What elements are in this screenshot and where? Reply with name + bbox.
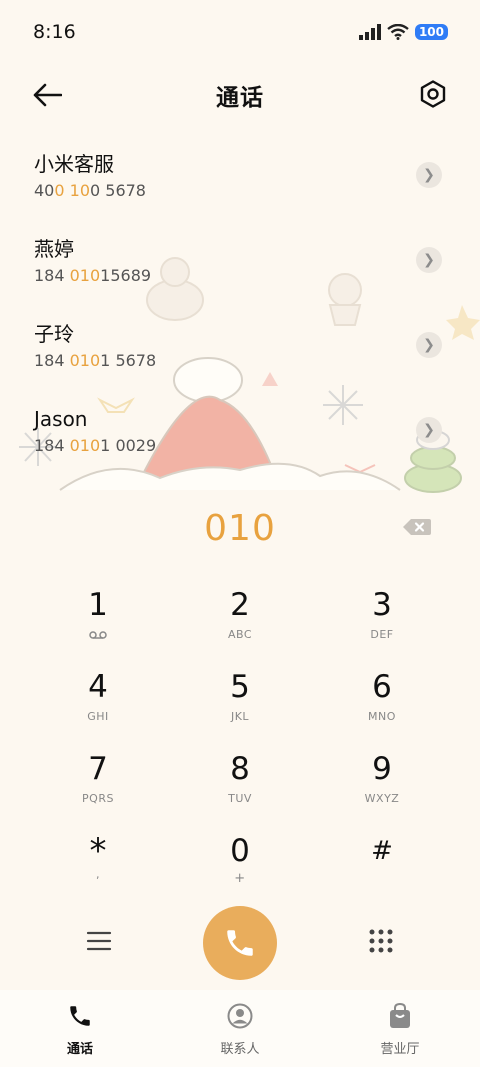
shopping-bag-icon — [386, 1002, 414, 1030]
key-digit: 3 — [372, 587, 392, 623]
key-digit: 6 — [372, 669, 392, 705]
arrow-left-icon — [33, 83, 62, 107]
phone-icon — [227, 930, 253, 956]
contact-number: 400 100 5678 — [34, 181, 146, 200]
key-digit: 2 — [230, 587, 250, 623]
status-time: 8:16 — [33, 21, 76, 43]
key-4[interactable]: 4 GHI — [28, 660, 168, 742]
contact-detail-button[interactable]: ❯ — [416, 162, 442, 188]
contact-number: 184 01015689 — [34, 266, 152, 285]
key-letters: MNO — [368, 710, 396, 723]
contact-detail-button[interactable]: ❯ — [416, 332, 442, 358]
person-icon — [226, 1002, 254, 1030]
key-hash[interactable]: # — [312, 824, 452, 906]
chevron-right-icon: ❯ — [423, 422, 435, 438]
key-letters: JKL — [230, 710, 250, 723]
key-letters: + — [234, 871, 246, 886]
contact-detail-button[interactable]: ❯ — [416, 247, 442, 273]
call-button[interactable] — [203, 906, 277, 980]
contact-row[interactable]: 子玲 184 0101 5678 ❯ — [0, 310, 480, 395]
gear-icon — [420, 80, 446, 108]
key-2[interactable]: 2 ABC — [170, 578, 310, 660]
nav-tab-calls[interactable]: 通话 — [20, 1002, 140, 1057]
key-letters: WXYZ — [364, 792, 400, 805]
nav-tab-contacts[interactable]: 联系人 — [180, 1002, 300, 1057]
key-letters: TUV — [228, 792, 252, 805]
contact-suggestions-list: 小米客服 400 100 5678 ❯ 燕婷 184 01015689 ❯ 子玲… — [0, 140, 480, 480]
nav-tab-store[interactable]: 营业厅 — [340, 1002, 460, 1057]
contact-name: 小米客服 — [34, 152, 114, 176]
status-icons: 100 — [358, 24, 448, 40]
key-digit: 7 — [88, 751, 108, 787]
nav-label: 联系人 — [220, 1042, 260, 1057]
page-title: 通话 — [216, 85, 264, 111]
status-bar: 8:16 100 — [0, 0, 480, 64]
wifi-icon — [387, 24, 409, 40]
backspace-button[interactable] — [402, 516, 432, 538]
key-digit: 1 — [88, 587, 108, 623]
dialed-number: 010 — [204, 507, 276, 549]
key-letters: ABC — [227, 628, 253, 641]
bottom-navigation: 通话 联系人 营业厅 — [0, 990, 480, 1067]
key-digit: # — [371, 836, 393, 866]
contact-name: 燕婷 — [34, 237, 74, 261]
contact-row[interactable]: 小米客服 400 100 5678 ❯ — [0, 140, 480, 225]
phone-icon — [66, 1002, 94, 1030]
key-digit: 0 — [230, 833, 250, 869]
header: 通话 — [0, 64, 480, 126]
key-digit: 5 — [230, 669, 250, 705]
key-letters: , — [96, 868, 100, 881]
key-0[interactable]: 0 + — [170, 824, 310, 906]
key-8[interactable]: 8 TUV — [170, 742, 310, 824]
back-button[interactable] — [30, 80, 64, 110]
menu-button[interactable] — [86, 928, 112, 954]
key-digit: 4 — [88, 669, 108, 705]
key-letters: GHI — [87, 710, 109, 723]
nav-label: 营业厅 — [380, 1042, 420, 1057]
contact-number: 184 0101 5678 — [34, 351, 157, 370]
keypad-toggle-button[interactable] — [368, 928, 394, 954]
contact-name: Jason — [34, 407, 88, 431]
nav-label: 通话 — [66, 1042, 93, 1057]
key-letters: DEF — [370, 628, 394, 641]
signal-icon — [358, 24, 381, 40]
contact-number: 184 0101 0029 — [34, 436, 157, 455]
key-letters: PQRS — [82, 792, 114, 805]
keypad-grid-icon — [369, 929, 393, 953]
key-star[interactable]: * , — [28, 824, 168, 906]
key-6[interactable]: 6 MNO — [312, 660, 452, 742]
dial-keypad: 1 2 ABC 3 DEF 4 GHI 5 JKL 6 MNO 7 PQRS 8… — [28, 578, 452, 906]
contact-detail-button[interactable]: ❯ — [416, 417, 442, 443]
key-9[interactable]: 9 WXYZ — [312, 742, 452, 824]
contact-row[interactable]: Jason 184 0101 0029 ❯ — [0, 395, 480, 480]
key-digit: 8 — [230, 751, 250, 787]
chevron-right-icon: ❯ — [423, 252, 435, 268]
dialer-actions — [0, 902, 480, 982]
chevron-right-icon: ❯ — [423, 167, 435, 183]
voicemail-icon — [89, 631, 107, 639]
key-3[interactable]: 3 DEF — [312, 578, 452, 660]
key-5[interactable]: 5 JKL — [170, 660, 310, 742]
key-1[interactable]: 1 — [28, 578, 168, 660]
chevron-right-icon: ❯ — [423, 337, 435, 353]
menu-icon — [86, 931, 112, 951]
backspace-icon — [403, 519, 431, 535]
settings-button[interactable] — [418, 78, 448, 110]
key-digit: 9 — [372, 751, 392, 787]
key-digit: * — [89, 831, 107, 871]
contact-row[interactable]: 燕婷 184 01015689 ❯ — [0, 225, 480, 310]
battery-indicator: 100 — [414, 24, 448, 40]
contact-name: 子玲 — [34, 322, 74, 346]
dial-input-display: 010 — [0, 500, 480, 556]
key-7[interactable]: 7 PQRS — [28, 742, 168, 824]
